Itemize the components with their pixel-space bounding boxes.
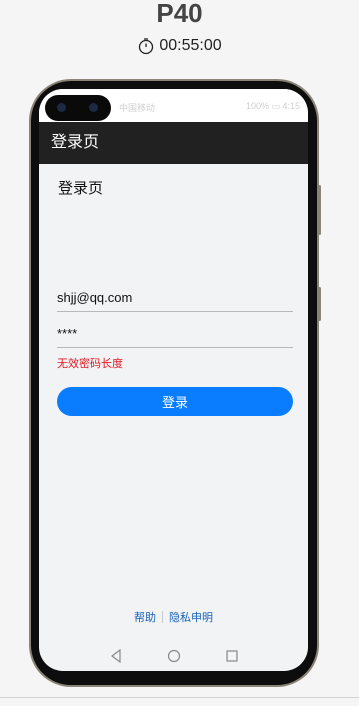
page-divider (0, 697, 359, 698)
volume-button (318, 185, 321, 235)
status-bar: 中国移动 100% ▭ 4:15 (39, 89, 308, 122)
home-circle-icon[interactable] (167, 649, 181, 663)
timer-value: 00:55:00 (159, 37, 222, 54)
timer: 00:55:00 (0, 37, 359, 55)
system-nav-bar (39, 645, 308, 667)
device-name: P40 (156, 0, 203, 28)
status-info: 100% ▭ 4:15 (245, 101, 300, 111)
phone-screen: 中国移动 100% ▭ 4:15 登录页 登录页 无效密码长度 登录 帮助 隐私… (39, 89, 308, 671)
password-field[interactable] (57, 324, 293, 348)
password-error-message: 无效密码长度 (57, 358, 123, 370)
footer-links: 帮助 隐私申明 (39, 609, 308, 625)
footer-divider (162, 611, 163, 623)
recent-square-icon[interactable] (225, 649, 239, 663)
stopwatch-icon (139, 38, 154, 55)
email-field[interactable] (57, 288, 293, 312)
front-camera (45, 95, 111, 121)
back-triangle-icon[interactable] (109, 649, 123, 663)
status-carrier: 中国移动 (119, 103, 156, 113)
app-bar-title: 登录页 (39, 122, 308, 164)
privacy-link[interactable]: 隐私申明 (169, 609, 213, 625)
help-link[interactable]: 帮助 (134, 609, 156, 625)
power-button (318, 287, 321, 321)
page-title: 登录页 (58, 180, 104, 197)
login-button[interactable]: 登录 (57, 387, 293, 416)
